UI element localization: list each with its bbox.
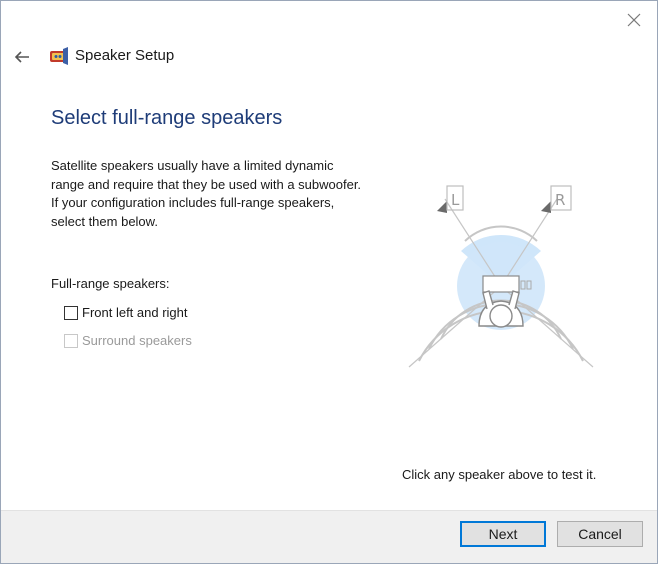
speaker-setup-icon — [50, 47, 68, 65]
speaker-setup-window: Speaker Setup Select full-range speakers… — [0, 0, 658, 564]
footer-bar: Next Cancel — [1, 510, 657, 563]
description-text: Satellite speakers usually have a limite… — [51, 157, 371, 231]
description-line: Satellite speakers usually have a limite… — [51, 158, 334, 173]
cancel-button[interactable]: Cancel — [557, 521, 643, 547]
surround-speakers-label: Surround speakers — [82, 333, 192, 348]
description-line: select them below. — [51, 213, 158, 229]
test-hint: Click any speaker above to test it. — [402, 467, 597, 482]
right-speaker[interactable]: R — [541, 185, 572, 213]
description-line: If your configuration includes full-rang… — [51, 195, 335, 210]
back-arrow-icon — [14, 51, 29, 63]
back-button[interactable] — [9, 45, 35, 69]
left-speaker[interactable]: L — [437, 185, 464, 213]
next-button[interactable]: Next — [460, 521, 546, 547]
front-left-right-option[interactable]: Front left and right — [64, 305, 188, 320]
description-line: range and require that they be used with… — [51, 176, 362, 192]
right-speaker-label: R — [555, 191, 565, 209]
close-icon — [627, 13, 641, 27]
speaker-diagram: L R — [408, 185, 594, 368]
front-left-right-label[interactable]: Front left and right — [82, 305, 188, 320]
close-button[interactable] — [621, 7, 647, 33]
left-speaker-label: L — [451, 191, 460, 209]
surround-speakers-checkbox — [64, 333, 78, 348]
full-range-speakers-label: Full-range speakers: — [51, 276, 170, 291]
window-title: Speaker Setup — [75, 47, 175, 64]
surround-speakers-option: Surround speakers — [64, 333, 192, 348]
page-heading: Select full-range speakers — [51, 107, 283, 129]
front-left-right-checkbox[interactable] — [64, 305, 78, 320]
